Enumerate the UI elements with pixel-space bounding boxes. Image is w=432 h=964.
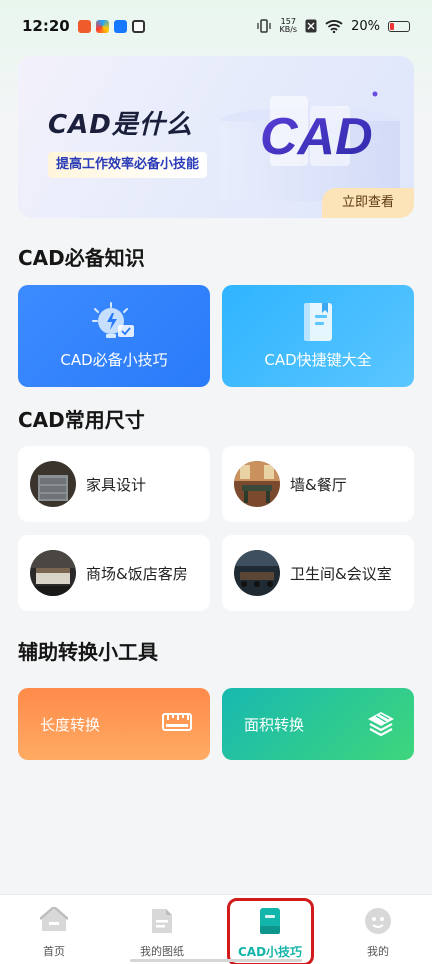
promo-banner[interactable]: CAD CAD是什么 提高工作效率必备小技能 立即查看 <box>18 56 414 218</box>
sim-icon <box>305 19 317 33</box>
tab-profile[interactable]: 我的 <box>324 895 432 964</box>
sizes-section-title: CAD常用尺寸 <box>18 408 145 432</box>
app-notification-icon <box>77 19 91 33</box>
dining-room-thumbnail <box>234 461 280 507</box>
notification-icons <box>77 19 145 33</box>
size-card-furniture[interactable]: 家具设计 <box>18 446 210 522</box>
wifi-icon <box>325 20 343 33</box>
banner-subtitle: 提高工作效率必备小技能 <box>48 152 208 178</box>
length-conversion-card[interactable]: 长度转换 <box>18 688 210 760</box>
size-card-mall-hotel[interactable]: 商场&饭店客房 <box>18 535 210 611</box>
cad-logo-illustration: CAD <box>220 91 400 201</box>
battery-fill <box>390 22 394 30</box>
net-speed-unit: KB/s <box>279 25 298 34</box>
size-card-wall-dining[interactable]: 墙&餐厅 <box>222 446 414 522</box>
net-speed: 157 KB/s <box>279 18 297 34</box>
banner-logo-text: CAD <box>260 108 373 166</box>
document-icon <box>152 909 172 933</box>
size-card-label: 家具设计 <box>86 475 147 494</box>
battery-percent: 20% <box>351 18 380 34</box>
tab-my-drawings-label: 我的图纸 <box>140 945 184 958</box>
battery-icon <box>388 20 410 32</box>
layers-icon <box>368 712 394 737</box>
size-card-label: 卫生间&会议室 <box>290 564 392 583</box>
tools-section-title: 辅助转换小工具 <box>18 640 158 664</box>
home-indicator <box>130 959 302 962</box>
shortcuts-card[interactable]: CAD快捷键大全 <box>222 285 414 387</box>
tab-my-drawings[interactable]: 我的图纸 <box>108 895 216 964</box>
shortcuts-card-label: CAD快捷键大全 <box>264 351 372 369</box>
knowledge-section-title: CAD必备知识 <box>18 246 145 270</box>
area-conversion-label: 面积转换 <box>244 715 305 734</box>
status-bar: 12:20 157 KB/s 20% <box>0 0 432 52</box>
area-conversion-card[interactable]: 面积转换 <box>222 688 414 760</box>
alipay-icon <box>113 19 127 33</box>
hotel-room-thumbnail <box>30 550 76 596</box>
meeting-room-thumbnail <box>234 550 280 596</box>
book-icon <box>304 303 332 341</box>
size-card-label: 商场&饭店客房 <box>86 564 188 583</box>
size-card-label: 墙&餐厅 <box>290 475 347 494</box>
tab-profile-label: 我的 <box>367 945 389 958</box>
length-conversion-label: 长度转换 <box>40 715 101 734</box>
furniture-thumbnail <box>30 461 76 507</box>
ruler-icon <box>162 713 192 731</box>
size-card-bathroom-meeting[interactable]: 卫生间&会议室 <box>222 535 414 611</box>
tab-home-label: 首页 <box>43 945 65 958</box>
banner-title: CAD是什么 <box>48 110 193 140</box>
view-now-button[interactable]: 立即查看 <box>322 188 414 218</box>
vibrate-icon <box>257 19 272 33</box>
tips-card-label: CAD必备小技巧 <box>60 351 168 369</box>
tab-cad-tips[interactable]: CAD小技巧 <box>216 895 324 964</box>
home-icon <box>40 907 68 931</box>
clock: 12:20 <box>22 17 70 35</box>
tips-card[interactable]: CAD必备小技巧 <box>18 285 210 387</box>
app-notification-icon <box>95 19 109 33</box>
system-indicators: 157 KB/s 20% <box>257 18 410 34</box>
tab-cad-tips-label: CAD小技巧 <box>237 945 303 959</box>
bottom-tab-bar: 首页 我的图纸 CAD小技巧 我的 <box>0 894 432 964</box>
profile-icon <box>365 908 391 934</box>
book-icon <box>260 908 280 934</box>
tab-home[interactable]: 首页 <box>0 895 108 964</box>
lightbulb-icon <box>92 302 134 338</box>
app-notification-icon <box>131 19 145 33</box>
